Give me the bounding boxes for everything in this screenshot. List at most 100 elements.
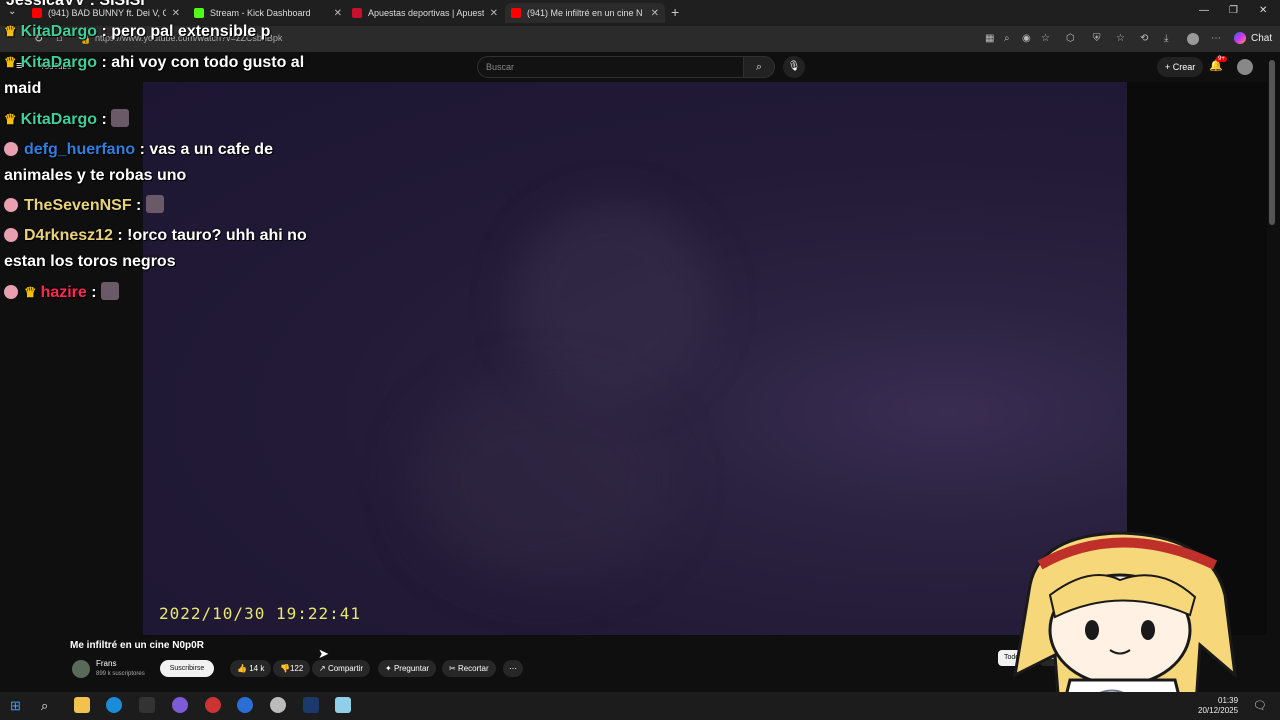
vtuber-avatar — [1013, 531, 1237, 720]
more-dots-icon: ⋯ — [509, 664, 517, 673]
subscriber-count: 899 k suscriptores — [96, 671, 145, 677]
reader-icon[interactable]: ▦ — [985, 33, 994, 44]
search-icon[interactable]: ⌕ — [41, 698, 48, 714]
edge-browser-icon[interactable] — [106, 697, 122, 713]
system-clock[interactable]: 01:39 20/12/2025 — [1198, 696, 1238, 716]
voice-search-button[interactable]: 🎙 — [783, 56, 805, 78]
chat-overlay-top-line: JessicaVV : SISISI — [6, 0, 145, 9]
notepad-icon[interactable] — [335, 697, 351, 713]
chat-message: ♛ KitaDargo : ahi voy con todo gusto al m… — [4, 49, 324, 102]
channel-name[interactable]: Frans — [96, 659, 116, 668]
chat-username: KitaDargo — [20, 23, 98, 40]
chat-message: defg_huerfano : vas a un cafe de animale… — [4, 137, 324, 189]
thumbs-up-icon: 👍 — [237, 664, 247, 673]
crown-badge-icon: ♛ — [4, 54, 17, 70]
maximize-icon[interactable]: ❐ — [1229, 5, 1238, 16]
chat-username: KitaDargo — [20, 111, 98, 128]
emote-icon — [101, 282, 120, 300]
channel-avatar[interactable] — [72, 660, 90, 678]
bet-favicon-icon — [352, 8, 362, 18]
video-shadow-figure — [513, 202, 713, 402]
emote-icon — [111, 109, 130, 127]
search-input[interactable]: Buscar — [477, 56, 743, 78]
history-icon[interactable]: ⟲ — [1140, 33, 1148, 44]
more-menu-icon[interactable]: ⋯ — [1211, 33, 1221, 44]
scissors-icon: ✂ — [449, 664, 456, 673]
emote-icon — [145, 195, 164, 213]
share-icon: ↗ — [319, 664, 326, 673]
chat-text: : — [101, 111, 107, 128]
notification-count-badge: 9+ — [1216, 56, 1227, 62]
chat-message: ♛ hazire : — [4, 279, 324, 306]
favorite-star-icon[interactable]: ☆ — [1041, 33, 1050, 44]
favorites-icon[interactable]: ☆ — [1116, 33, 1125, 44]
clip-button[interactable]: ✂ Recortar — [442, 660, 496, 677]
extensions-icon[interactable]: ⬡ — [1066, 33, 1075, 44]
app-icon[interactable] — [139, 697, 155, 713]
account-avatar[interactable] — [1237, 59, 1253, 75]
microphone-icon: 🎙 — [787, 61, 801, 72]
like-button[interactable]: 👍 14 k — [230, 660, 272, 677]
crown-badge-icon: ♛ — [4, 111, 17, 127]
subscribe-button[interactable]: Suscribirse — [160, 660, 214, 677]
share-button[interactable]: ↗ Compartir — [312, 660, 371, 677]
obs-icon[interactable] — [270, 697, 286, 713]
face-badge-icon — [4, 198, 18, 212]
chat-text: : pero pal extensible p — [101, 23, 271, 40]
search-icon: ⌕ — [755, 61, 763, 73]
new-tab-icon[interactable]: + — [671, 4, 679, 20]
chat-username: defg_huerfano — [24, 141, 136, 158]
notification-center-icon[interactable]: 🗨 — [1253, 699, 1267, 712]
search-button[interactable]: ⌕ — [743, 56, 775, 78]
page-scrollbar[interactable] — [1269, 60, 1275, 225]
more-actions-button[interactable]: ⋯ — [503, 660, 523, 677]
app-blue-icon[interactable] — [237, 697, 253, 713]
face-badge-icon — [4, 142, 18, 156]
minimize-icon[interactable]: — — [1199, 5, 1209, 16]
chat-username: hazire — [40, 284, 87, 301]
chat-username: KitaDargo — [20, 54, 98, 71]
tab-apuestas[interactable]: Apuestas deportivas | Apuestas on ✕ — [346, 3, 504, 23]
shield-icon[interactable]: ⛨ — [1093, 33, 1101, 44]
close-tab-icon[interactable]: ✕ — [334, 8, 342, 19]
close-tab-icon[interactable]: ✕ — [651, 8, 659, 19]
chat-username: D4rknesz12 — [24, 227, 113, 244]
tab-active-video[interactable]: (941) Me infiltré en un cine N ✕ — [505, 3, 665, 23]
tracking-icon[interactable]: ◉ — [1022, 33, 1031, 44]
thumbs-down-icon: 👎 — [280, 664, 290, 673]
discord-icon[interactable] — [172, 697, 188, 713]
steam-icon[interactable] — [303, 697, 319, 713]
file-explorer-icon[interactable] — [74, 697, 90, 713]
windows-start-icon[interactable]: ⊞ — [10, 698, 21, 714]
chat-message: ♛ KitaDargo : — [4, 106, 324, 133]
copilot-chat-button[interactable]: Chat — [1234, 32, 1272, 44]
close-tab-icon[interactable]: ✕ — [490, 8, 498, 19]
face-badge-icon — [4, 228, 18, 242]
video-title: Me infiltré en un cine N0p0R — [70, 640, 204, 651]
zoom-icon[interactable]: ⌕ — [1004, 33, 1010, 44]
stream-chat-overlay: ♛ KitaDargo : pero pal extensible p ♛ Kita… — [4, 18, 324, 306]
mouse-cursor-icon: ➤ — [318, 646, 329, 661]
chat-message: TheSevenNSF : — [4, 193, 324, 219]
ask-button[interactable]: ✦ Preguntar — [378, 660, 437, 677]
chat-text: : — [91, 284, 97, 301]
close-tab-icon[interactable]: ✕ — [172, 8, 180, 19]
create-button[interactable]: + Crear — [1157, 57, 1204, 77]
video-timestamp-overlay: 2022/10/30 19:22:41 — [159, 604, 362, 623]
crown-badge-icon: ♛ — [24, 284, 37, 300]
chat-message: ♛ KitaDargo : pero pal extensible p — [4, 18, 324, 45]
download-icon[interactable]: ⤓ — [1164, 33, 1168, 44]
chat-message: D4rknesz12 : !orco tauro? uhh ahi no est… — [4, 223, 324, 275]
windows-taskbar: ⊞ ⌕ — [0, 692, 1280, 720]
app-red-icon[interactable] — [205, 697, 221, 713]
dislike-button[interactable]: 👎122 — [273, 660, 311, 677]
crown-badge-icon: ♛ — [4, 23, 17, 39]
chat-text: : — [136, 197, 142, 214]
video-shadow-figure — [413, 382, 673, 582]
face-badge-icon — [4, 285, 18, 299]
youtube-favicon-icon — [511, 8, 521, 18]
profile-avatar-icon[interactable] — [1187, 33, 1199, 45]
close-window-icon[interactable]: ✕ — [1259, 5, 1267, 16]
copilot-icon — [1234, 32, 1246, 44]
kick-favicon-icon — [194, 8, 204, 18]
